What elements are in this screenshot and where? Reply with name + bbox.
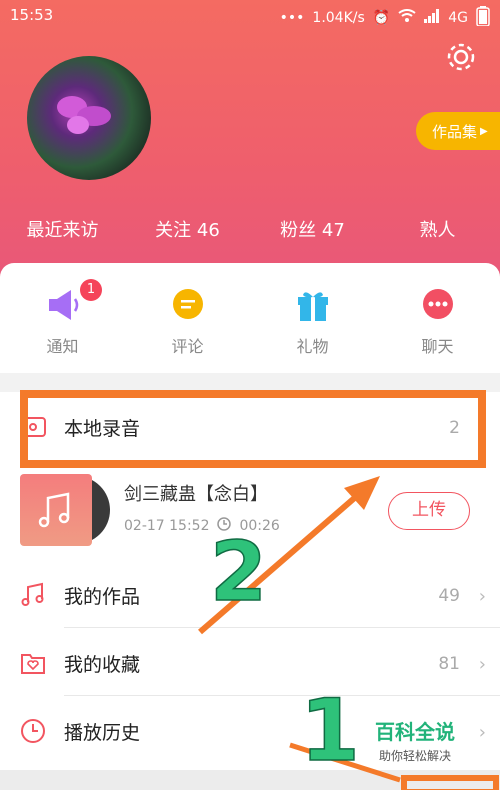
works-collection-button[interactable]: 作品集 ▶ xyxy=(416,112,500,150)
battery-icon xyxy=(476,6,490,30)
quick-actions-card: 1 通知 评论 礼物 聊天 xyxy=(0,263,500,373)
chevron-right-icon: › xyxy=(478,654,486,675)
local-recordings-count: 2 xyxy=(449,418,460,438)
stat-following[interactable]: 关注 46 xyxy=(125,216,250,246)
comment-icon xyxy=(172,289,203,319)
local-recordings-title: 本地录音 xyxy=(64,418,141,440)
my-works-count: 49 xyxy=(438,586,460,606)
action-label: 评论 xyxy=(171,337,204,356)
status-icons: ••• 1.04K/s ⏰ 4G xyxy=(280,6,490,30)
track-name: 剑三藏蛊【念白】 xyxy=(124,484,268,505)
music-note-icon xyxy=(21,582,44,606)
status-speed: 1.04K/s xyxy=(312,10,365,26)
settings-gear-icon[interactable] xyxy=(444,40,478,74)
action-chat[interactable]: 聊天 xyxy=(375,263,500,373)
heart-folder-icon xyxy=(21,654,45,674)
chevron-right-icon: › xyxy=(478,586,486,607)
chevron-right-icon: › xyxy=(478,722,486,743)
music-note-icon xyxy=(38,492,70,528)
chat-icon xyxy=(422,289,453,319)
action-label: 通知 xyxy=(46,337,79,356)
chevron-right-icon: › xyxy=(478,418,486,439)
play-history-title: 播放历史 xyxy=(64,722,141,744)
watermark: 百科全说 助你轻松解决 xyxy=(360,716,470,764)
my-content-list: 本地录音 2 › 剑三藏蛊【念白】 02-17 15:52 00:26 上传 我… xyxy=(0,392,500,770)
my-favorites-count: 81 xyxy=(438,654,460,674)
watermark-title: 百科全说 xyxy=(375,720,455,744)
status-bar: 15:53 ••• 1.04K/s ⏰ 4G xyxy=(0,0,500,30)
avatar[interactable] xyxy=(27,56,151,180)
stat-followers[interactable]: 粉丝 47 xyxy=(250,216,375,246)
play-triangle-icon: ▶ xyxy=(480,125,488,137)
track-duration: 00:26 xyxy=(239,518,280,534)
clock-icon xyxy=(21,719,45,743)
bottom-strip xyxy=(0,770,500,790)
action-label: 礼物 xyxy=(296,337,329,356)
gift-icon xyxy=(297,292,328,321)
action-notifications[interactable]: 1 通知 xyxy=(0,263,125,373)
clock-icon xyxy=(217,517,232,535)
wifi-icon xyxy=(398,9,416,27)
signal-icon xyxy=(424,9,440,27)
network-type: 4G xyxy=(448,10,468,26)
action-comments[interactable]: 评论 xyxy=(125,263,250,373)
upload-button[interactable]: 上传 xyxy=(388,492,470,530)
my-works-title: 我的作品 xyxy=(64,586,141,608)
cassette-icon xyxy=(20,417,46,437)
alarm-icon: ⏰ xyxy=(372,10,391,26)
profile-stats: 最近来访 关注 46 粉丝 47 熟人 xyxy=(0,216,500,246)
status-time: 15:53 xyxy=(10,6,54,24)
local-recordings-row[interactable]: 本地录音 2 › xyxy=(0,392,500,460)
track-cover xyxy=(20,474,92,546)
action-label: 聊天 xyxy=(421,337,454,356)
status-dots: ••• xyxy=(279,10,305,26)
recording-item[interactable]: 剑三藏蛊【念白】 02-17 15:52 00:26 上传 xyxy=(0,460,500,560)
track-date: 02-17 15:52 xyxy=(124,518,210,534)
notification-badge: 1 xyxy=(80,279,102,301)
works-collection-label: 作品集 xyxy=(432,122,478,141)
action-gifts[interactable]: 礼物 xyxy=(250,263,375,373)
stat-acquaintances[interactable]: 熟人 xyxy=(375,216,500,246)
speaker-icon xyxy=(48,290,78,320)
my-favorites-row[interactable]: 我的收藏 81 › xyxy=(0,628,500,696)
my-favorites-title: 我的收藏 xyxy=(64,654,141,676)
watermark-subtitle: 助你轻松解决 xyxy=(378,749,451,763)
my-works-row[interactable]: 我的作品 49 › xyxy=(0,560,500,628)
stat-recent-visitors[interactable]: 最近来访 xyxy=(0,216,125,246)
track-meta: 02-17 15:52 00:26 xyxy=(124,517,280,535)
